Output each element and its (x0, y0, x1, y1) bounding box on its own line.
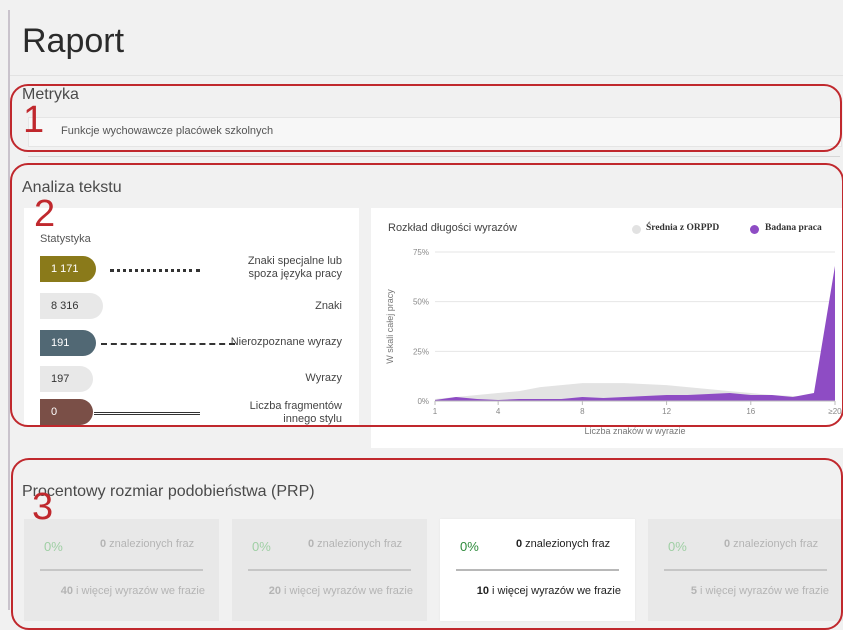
annotation-box-2 (10, 163, 843, 427)
annotation-number-3: 3 (32, 486, 54, 528)
annotation-box-3 (11, 458, 843, 630)
x-axis-label: Liczba znaków w wyrazie (584, 426, 685, 436)
metric-separator (28, 156, 840, 157)
annotation-number-2: 2 (34, 193, 56, 235)
page-title: Raport (22, 22, 125, 60)
title-divider (10, 75, 843, 76)
annotation-number-1: 1 (23, 99, 45, 141)
annotation-box-1 (10, 84, 842, 152)
